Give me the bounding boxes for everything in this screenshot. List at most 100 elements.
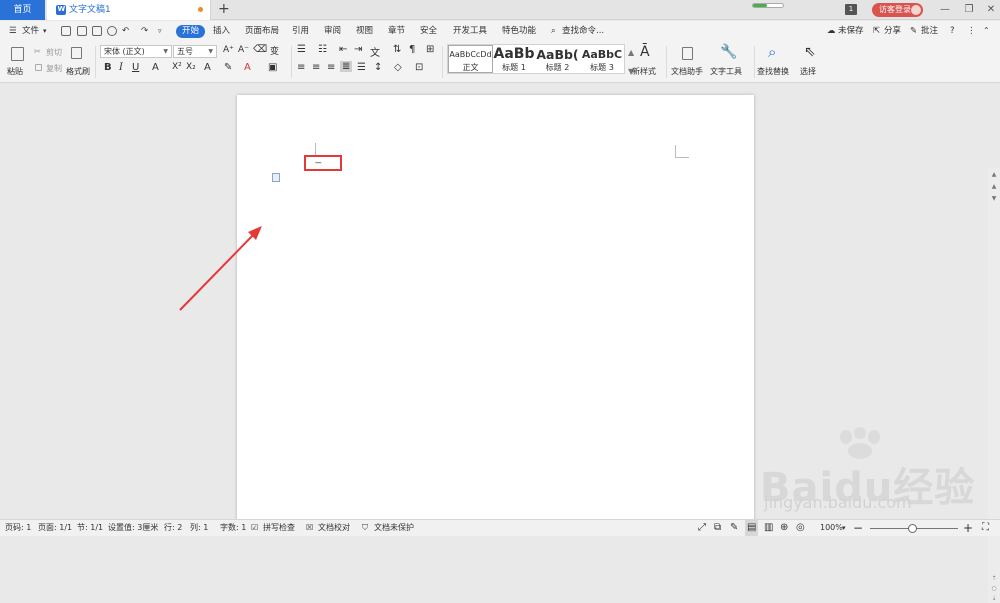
find-replace-button[interactable]: 查找替换 bbox=[757, 66, 789, 77]
text-tools-button[interactable]: 文字工具 bbox=[710, 66, 742, 77]
strikethrough-icon[interactable]: A bbox=[152, 62, 159, 73]
grow-font-icon[interactable]: A⁺ bbox=[223, 45, 234, 55]
chevron-down-icon[interactable]: ▾ bbox=[43, 21, 47, 41]
align-center-icon[interactable]: ≡ bbox=[312, 62, 320, 73]
paragraph-layout-icon[interactable] bbox=[272, 173, 280, 182]
font-color-icon[interactable]: A bbox=[244, 62, 251, 73]
copy-button[interactable]: 复制 bbox=[46, 63, 62, 74]
reading-mode-icon[interactable]: ⧉ bbox=[714, 520, 721, 536]
cut-button[interactable]: 剪切 bbox=[46, 47, 62, 58]
scroll-up-icon[interactable]: ▲ bbox=[991, 172, 997, 178]
zoom-slider-handle[interactable] bbox=[908, 524, 917, 533]
vertical-scrollbar[interactable]: ▲ ▲ ▼ ⇡ ○ ⇣ bbox=[988, 168, 1000, 603]
format-painter-button[interactable]: 格式刷 bbox=[66, 66, 90, 77]
bold-icon[interactable]: B bbox=[104, 62, 112, 73]
minimize-icon[interactable]: — bbox=[934, 0, 956, 20]
underline-icon[interactable]: U bbox=[132, 62, 139, 73]
command-search-input[interactable]: 查找命令... bbox=[562, 21, 604, 41]
new-style-button[interactable]: 新样式 bbox=[632, 66, 656, 77]
menu-tab-insert[interactable]: 插入 bbox=[213, 21, 230, 41]
help-icon[interactable]: ? bbox=[950, 21, 955, 41]
proofread-button[interactable]: 文档校对 bbox=[318, 520, 350, 536]
style-normal[interactable]: AaBbCcDd 正文 bbox=[448, 45, 493, 73]
status-pages[interactable]: 页面: 1/1 bbox=[38, 520, 72, 536]
paste-icon[interactable] bbox=[11, 47, 24, 61]
menu-tab-view[interactable]: 视图 bbox=[356, 21, 373, 41]
highlighted-cursor-box[interactable]: --- bbox=[304, 155, 342, 171]
zoom-out-icon[interactable]: − bbox=[853, 520, 863, 536]
font-size-select[interactable]: 五号 ▼ bbox=[173, 45, 217, 58]
select-cursor-icon[interactable]: ⇖ bbox=[804, 44, 816, 60]
highlight-icon[interactable]: ✎ bbox=[224, 62, 232, 73]
page-view-icon[interactable]: ▤ bbox=[745, 520, 759, 536]
style-heading-3[interactable]: AaBbC 标题 3 bbox=[580, 45, 624, 73]
numbered-list-icon[interactable]: ☷ bbox=[318, 44, 327, 55]
share-button[interactable]: 分享 bbox=[884, 21, 901, 41]
menu-tab-start[interactable]: 开始 bbox=[176, 24, 206, 38]
new-style-icon[interactable]: Ā bbox=[640, 44, 650, 60]
page-nav-icon[interactable]: ○ bbox=[991, 586, 997, 592]
clear-format-icon[interactable]: ⌫ bbox=[253, 44, 267, 55]
outline-view-icon[interactable]: ▥ bbox=[764, 520, 773, 536]
phonetic-icon[interactable]: 变 bbox=[270, 44, 279, 57]
hamburger-icon[interactable]: ☰ bbox=[9, 21, 17, 41]
export-pdf-icon[interactable] bbox=[77, 26, 87, 36]
decrease-indent-icon[interactable]: ⇤ bbox=[339, 44, 347, 55]
fullscreen-icon[interactable]: ⤢ bbox=[698, 520, 706, 536]
eye-protect-icon[interactable]: ◎ bbox=[796, 520, 805, 536]
web-view-icon[interactable]: ⊕ bbox=[780, 520, 788, 536]
fit-page-icon[interactable]: ⛶ bbox=[982, 520, 989, 536]
zoom-in-icon[interactable]: + bbox=[963, 520, 973, 536]
doc-helper-button[interactable]: 文档助手 bbox=[671, 66, 703, 77]
char-border-icon[interactable]: ▣ bbox=[268, 62, 277, 73]
superscript-icon[interactable]: X² bbox=[172, 62, 182, 72]
write-mode-icon[interactable]: ✎ bbox=[730, 520, 738, 536]
subscript-icon[interactable]: X₂ bbox=[186, 62, 196, 72]
copy-icon[interactable] bbox=[35, 64, 42, 71]
format-painter-icon[interactable] bbox=[71, 47, 82, 59]
menu-tab-page-layout[interactable]: 页面布局 bbox=[245, 21, 279, 41]
scroll-arrow-icon[interactable]: ▼ bbox=[991, 196, 997, 202]
distribute-icon[interactable]: ☰ bbox=[357, 62, 366, 73]
comment-button[interactable]: 批注 bbox=[921, 21, 938, 41]
menu-tab-security[interactable]: 安全 bbox=[420, 21, 437, 41]
border-icon[interactable]: ⊡ bbox=[415, 62, 423, 73]
show-marks-icon[interactable]: ¶ bbox=[409, 44, 415, 55]
shading-icon[interactable]: ◇ bbox=[394, 62, 402, 73]
text-effect-icon[interactable]: A bbox=[204, 62, 211, 73]
save-icon[interactable] bbox=[61, 26, 71, 36]
tab-document[interactable]: 文字文稿1 bbox=[47, 0, 211, 20]
bullet-list-icon[interactable]: ☰ bbox=[297, 44, 306, 55]
redo-icon[interactable]: ↷ bbox=[141, 21, 148, 41]
style-scroll-up-icon[interactable]: ▲ bbox=[628, 48, 634, 57]
menu-tab-references[interactable]: 引用 bbox=[292, 21, 309, 41]
guest-login-button[interactable]: 访客登录 bbox=[872, 3, 923, 17]
align-left-icon[interactable]: ≡ bbox=[297, 62, 305, 73]
menu-tab-developer[interactable]: 开发工具 bbox=[453, 21, 487, 41]
select-button[interactable]: 选择 bbox=[800, 66, 816, 77]
doc-helper-icon[interactable] bbox=[682, 47, 693, 60]
paste-button[interactable]: 粘贴 bbox=[7, 66, 23, 77]
justify-icon[interactable]: ≣ bbox=[340, 61, 353, 72]
line-spacing-icon[interactable]: ↕ bbox=[374, 62, 382, 73]
wrench-icon[interactable]: 🔧 bbox=[720, 44, 737, 60]
doc-protect-button[interactable]: 文档未保护 bbox=[374, 520, 414, 536]
align-right-icon[interactable]: ≡ bbox=[327, 62, 335, 73]
page-nav-icon[interactable]: ⇡ bbox=[991, 576, 997, 582]
menu-tab-review[interactable]: 审阅 bbox=[324, 21, 341, 41]
cut-icon[interactable]: ✂ bbox=[34, 47, 41, 56]
find-replace-icon[interactable]: ⌕ bbox=[768, 43, 776, 61]
chinese-layout-icon[interactable]: 文 bbox=[370, 44, 380, 59]
page-nav-icon[interactable]: ⇣ bbox=[991, 596, 997, 602]
font-name-select[interactable]: 宋体 (正文) ▼ bbox=[100, 45, 172, 58]
document-page[interactable]: --- bbox=[237, 95, 754, 525]
collapse-ribbon-icon[interactable]: ⌃ bbox=[983, 21, 990, 41]
table-icon[interactable]: ⊞ bbox=[426, 44, 434, 55]
shrink-font-icon[interactable]: A⁻ bbox=[238, 45, 249, 55]
close-icon[interactable]: ✕ bbox=[980, 0, 1000, 20]
customize-icon[interactable]: ▿ bbox=[158, 21, 162, 41]
tab-home[interactable]: 首页 bbox=[0, 0, 45, 20]
menu-file[interactable]: 文件 bbox=[22, 21, 39, 41]
italic-icon[interactable]: I bbox=[119, 62, 123, 73]
scroll-arrow-icon[interactable]: ▲ bbox=[991, 184, 997, 190]
